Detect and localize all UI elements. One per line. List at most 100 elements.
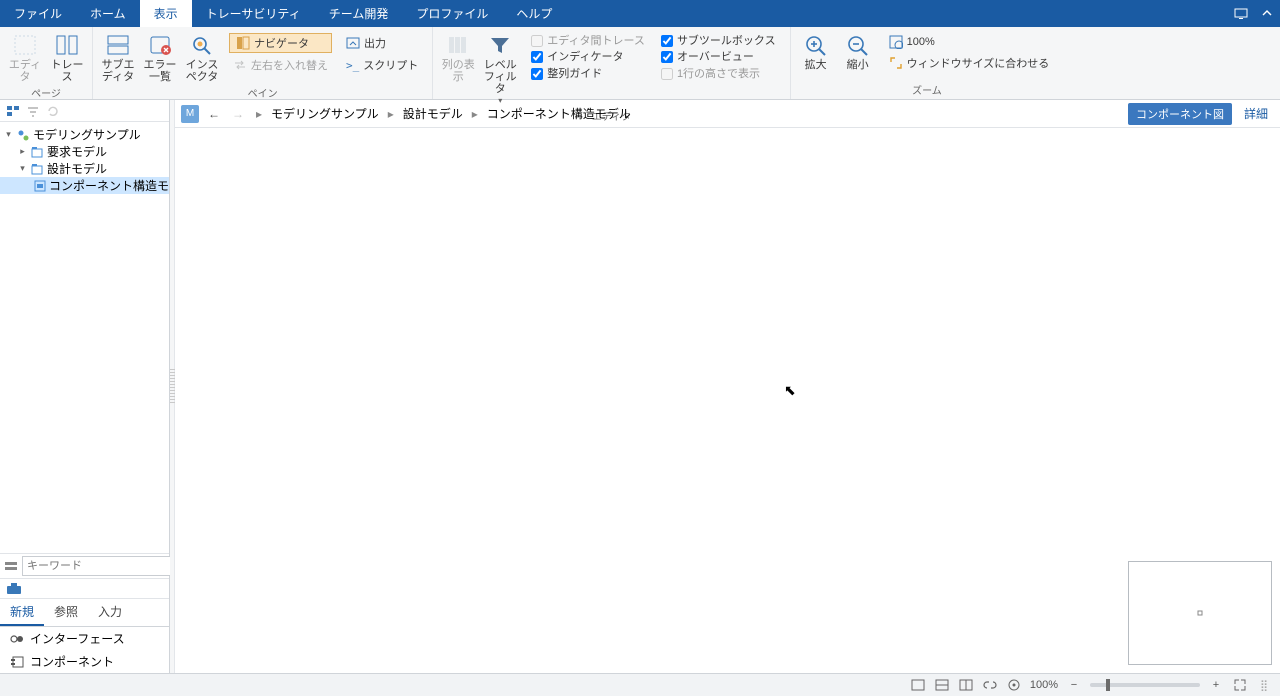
- zoomin-icon: [804, 33, 828, 57]
- zoomout-button[interactable]: 縮小: [837, 31, 879, 73]
- colshow-button: 列の表示: [437, 31, 479, 85]
- zoom-plus-icon[interactable]: +: [1208, 677, 1224, 693]
- model-chip-icon[interactable]: M: [181, 105, 199, 123]
- menu-tab-file[interactable]: ファイル: [0, 0, 76, 27]
- menu-tab-traceability[interactable]: トレーサビリティ: [192, 0, 315, 27]
- package-icon: [30, 162, 44, 176]
- zoom-minus-icon[interactable]: −: [1066, 677, 1082, 693]
- expand-icon[interactable]: ▸: [18, 146, 27, 157]
- tree-tool-icon[interactable]: [6, 104, 20, 118]
- script-button[interactable]: >_ スクリプト: [342, 55, 422, 75]
- crumb-design[interactable]: 設計モデル: [403, 105, 463, 122]
- collapse-icon[interactable]: ▾: [4, 129, 13, 140]
- tree-node-root[interactable]: ▾ モデリングサンプル: [0, 126, 169, 143]
- chk-subtool[interactable]: サブツールボックス: [657, 33, 780, 49]
- status-zoom-value: 100%: [1030, 679, 1058, 691]
- toolbox-icon: [6, 582, 22, 596]
- tree-filter-icon[interactable]: [26, 104, 40, 118]
- status-target-icon[interactable]: [1006, 677, 1022, 693]
- monitor-icon[interactable]: [1228, 0, 1254, 27]
- chk-overview[interactable]: オーバービュー: [657, 49, 780, 65]
- chk-align[interactable]: 整列ガイド: [527, 66, 649, 82]
- menu-tab-team[interactable]: チーム開発: [315, 0, 403, 27]
- interface-icon: [10, 634, 24, 644]
- tree-design-label: 設計モデル: [47, 160, 107, 177]
- overview-panel[interactable]: [1128, 561, 1272, 665]
- trace-button[interactable]: トレース: [46, 31, 88, 85]
- zoom-percent-button[interactable]: 100%: [885, 33, 1054, 51]
- chk-indicator[interactable]: インディケータ: [527, 49, 649, 65]
- errors-label: エラー一覧: [140, 59, 180, 83]
- diagram-canvas[interactable]: ⬉: [175, 128, 1280, 673]
- view-vsplit-icon[interactable]: [958, 677, 974, 693]
- swap-icon: [233, 58, 247, 72]
- tool-component-label: コンポーネント: [30, 653, 114, 670]
- resize-grip-icon[interactable]: ⣿: [1256, 677, 1272, 693]
- tree-node-design[interactable]: ▾ 設計モデル: [0, 160, 169, 177]
- tool-item-interface[interactable]: インターフェース: [0, 627, 169, 650]
- status-link-icon[interactable]: [982, 677, 998, 693]
- inspector-label: インスペクタ: [182, 59, 222, 83]
- tree-node-req[interactable]: ▸ 要求モデル: [0, 143, 169, 160]
- columns-icon: [446, 33, 470, 57]
- collapse-icon[interactable]: ▾: [18, 163, 27, 174]
- subeditor-icon: [106, 33, 130, 57]
- package-icon: [30, 145, 44, 159]
- search-mode-icon[interactable]: [4, 560, 18, 572]
- toolbox-header: [0, 579, 169, 599]
- errors-button[interactable]: エラー一覧: [139, 31, 181, 85]
- ribbon-group-pane: サブエディタ エラー一覧 インスペクタ ナビゲータ: [93, 27, 433, 99]
- script-icon: >_: [346, 59, 359, 72]
- search-bar: [0, 553, 169, 579]
- editor-label: エディタ: [5, 59, 45, 83]
- subeditor-button[interactable]: サブエディタ: [97, 31, 139, 85]
- tree-node-component[interactable]: コンポーネント構造モデル: [0, 177, 169, 194]
- search-input[interactable]: [22, 556, 174, 576]
- tree-refresh-icon[interactable]: [46, 104, 60, 118]
- tree-req-label: 要求モデル: [47, 143, 107, 160]
- output-button[interactable]: 出力: [342, 33, 422, 53]
- breadcrumb-bar: M ← → ▸ モデリングサンプル ▸ 設計モデル ▸ コンポーネント構造モデル…: [175, 100, 1280, 128]
- nav-fwd-icon: →: [229, 107, 247, 121]
- status-expand-icon[interactable]: [1232, 677, 1248, 693]
- menubar: ファイル ホーム 表示 トレーサビリティ チーム開発 プロファイル ヘルプ: [0, 0, 1280, 27]
- view-hsplit-icon[interactable]: [934, 677, 950, 693]
- detail-link[interactable]: 詳細: [1238, 105, 1274, 122]
- tool-tab-input[interactable]: 入力: [88, 599, 132, 626]
- chk-editor-trace: エディタ間トレース: [527, 33, 649, 49]
- ribbon-group-zoom-label: ズーム: [912, 82, 942, 99]
- tool-item-component[interactable]: コンポーネント: [0, 650, 169, 673]
- model-tree[interactable]: ▾ モデリングサンプル ▸ 要求モデル ▾ 設計モデル コンポーネント構造モデル: [0, 122, 169, 553]
- ribbon-group-zoom: 拡大 縮小 100% ウィンドウサイズに合わせる ズーム: [791, 27, 1064, 99]
- inspector-button[interactable]: インスペクタ: [181, 31, 223, 85]
- diagram-icon: [34, 179, 46, 193]
- tool-tab-ref[interactable]: 参照: [44, 599, 88, 626]
- fit-window-button[interactable]: ウィンドウサイズに合わせる: [885, 53, 1054, 73]
- zoom-slider[interactable]: [1090, 683, 1200, 687]
- menu-tab-home[interactable]: ホーム: [76, 0, 140, 27]
- editor-area: M ← → ▸ モデリングサンプル ▸ 設計モデル ▸ コンポーネント構造モデル…: [175, 100, 1280, 673]
- nav-back-icon[interactable]: ←: [205, 107, 223, 121]
- levelfilter-button[interactable]: レベルフィルタ ▾: [479, 31, 521, 108]
- crumb-comp[interactable]: コンポーネント構造モデル: [487, 105, 631, 122]
- left-panel: ▾ モデリングサンプル ▸ 要求モデル ▾ 設計モデル コンポーネント構造モデル: [0, 100, 170, 673]
- output-label: 出力: [364, 35, 386, 51]
- status-bar: 100% − + ⣿: [0, 673, 1280, 696]
- zoom-pct-label: 100%: [907, 36, 935, 48]
- levelfilter-label: レベルフィルタ: [480, 59, 520, 95]
- navigator-toggle[interactable]: ナビゲータ: [229, 33, 332, 53]
- crumb-root[interactable]: モデリングサンプル: [271, 105, 379, 122]
- zoom-pct-icon: [889, 35, 903, 49]
- navigator-icon: [236, 36, 250, 50]
- diagram-type-badge[interactable]: コンポーネント図: [1128, 103, 1232, 125]
- ribbon-group-page: エディタ トレース ページ: [0, 27, 93, 99]
- view-single-icon[interactable]: [910, 677, 926, 693]
- menu-tab-help[interactable]: ヘルプ: [502, 0, 566, 27]
- ribbon: エディタ トレース ページ サブエディタ エラ: [0, 27, 1280, 100]
- menu-tab-profile[interactable]: プロファイル: [402, 0, 502, 27]
- tool-tab-new[interactable]: 新規: [0, 599, 44, 626]
- menu-tab-view[interactable]: 表示: [140, 0, 192, 27]
- collapse-ribbon-icon[interactable]: [1254, 0, 1280, 27]
- editor-icon: [13, 33, 37, 57]
- zoomin-button[interactable]: 拡大: [795, 31, 837, 73]
